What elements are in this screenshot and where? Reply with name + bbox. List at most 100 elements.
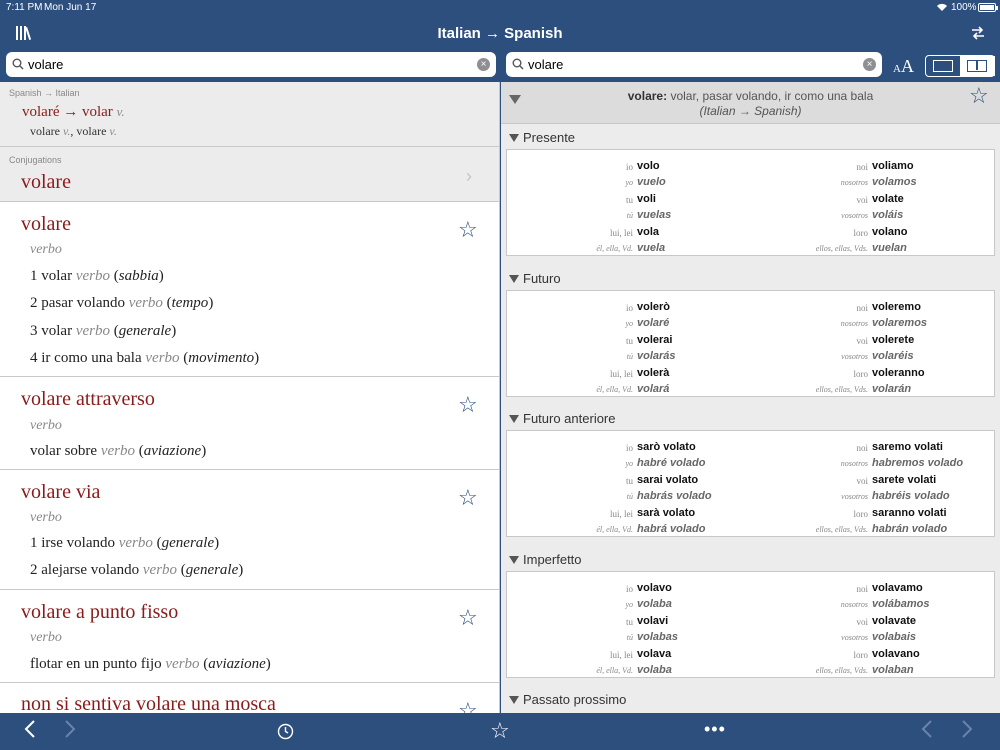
verb-form: sarà volato — [637, 507, 696, 519]
sense-text: ir como una bala — [41, 350, 142, 366]
forward-button[interactable] — [64, 719, 76, 745]
tense-name: Presente — [523, 130, 576, 145]
entry-non-si-sentiva[interactable]: non si sentiva volare una mosca ☆ — [0, 683, 499, 713]
sense-pos: verbo — [75, 268, 110, 284]
suggestion-separator: , — [70, 124, 74, 138]
entry-headword: volare — [21, 213, 71, 235]
back-button[interactable] — [24, 719, 36, 745]
chevron-right-icon: › — [466, 166, 472, 186]
entry-volare[interactable]: volare verbo 1 volar verbo (sabbia) 2 pa… — [0, 202, 499, 377]
conjugations-word: volare — [21, 171, 71, 193]
panel-back-button[interactable] — [921, 719, 933, 745]
conjugation-header: volare: volar, pasar volando, ir como un… — [501, 82, 1000, 124]
font-size-button[interactable]: AA — [893, 56, 914, 77]
verb-form: volavi — [637, 614, 669, 627]
pronoun: io — [625, 583, 633, 594]
entry-headword: volare attraverso — [21, 388, 155, 410]
pronoun: yo — [625, 178, 633, 187]
tense-table: io volerò noi voleremo yo volaré nosotros volar… — [506, 289, 995, 397]
verb-form: volarán — [872, 382, 912, 395]
star-icon[interactable]: ☆ — [458, 217, 478, 243]
tense-label[interactable]: Imperfetto — [509, 552, 582, 567]
verb-form: habrás volado — [637, 490, 712, 502]
pronoun: vosotros — [841, 211, 868, 220]
suggestion-alt-a: volare — [30, 124, 60, 138]
split-view-button[interactable] — [960, 56, 995, 76]
verb-form: volaréis — [872, 349, 914, 362]
verb-form: habréis volado — [872, 490, 950, 502]
star-icon[interactable]: ☆ — [458, 605, 478, 631]
star-icon[interactable]: ☆ — [458, 485, 478, 511]
star-icon[interactable]: ☆ — [458, 698, 478, 713]
collapse-triangle-icon — [509, 411, 519, 426]
arrow-icon: → — [63, 104, 79, 120]
conjugations-row[interactable]: Conjugations volare › — [0, 147, 499, 202]
verb-form: sarete volati — [872, 474, 937, 486]
more-options-button[interactable]: ••• — [704, 719, 726, 740]
verb-form: volaba — [637, 597, 672, 610]
tense-label[interactable]: Passato prossimo — [509, 692, 626, 707]
pronoun: lui, lei — [610, 649, 633, 660]
pronoun: loro — [853, 649, 869, 660]
pronoun: yo — [625, 459, 633, 468]
pronoun: nosotros — [840, 318, 868, 328]
panel-forward-button[interactable] — [961, 719, 973, 745]
status-date: Mon Jun 17 — [44, 2, 97, 13]
single-pane-view-button[interactable] — [926, 56, 960, 76]
sense-line: 2 alejarse volando verbo (generale) — [30, 562, 244, 578]
entry-pos: verbo — [30, 630, 62, 645]
sense-line: volar sobre verbo (aviazione) — [30, 443, 207, 459]
conjugation-header-translations: volar, pasar volando, ir como una bala — [670, 89, 874, 103]
verb-form: volaba — [637, 663, 672, 676]
entry-pos: verbo — [30, 418, 62, 433]
verb-form: voli — [637, 193, 656, 205]
collapse-triangle-icon — [509, 130, 519, 145]
sense-context: aviazione — [208, 656, 266, 672]
sense-pos: verbo — [128, 295, 163, 311]
conjugation-header-word: volare: — [627, 89, 668, 103]
pronoun: io — [625, 443, 633, 453]
verb-form: volerà — [637, 366, 670, 379]
history-clock-icon[interactable] — [277, 723, 294, 745]
pronoun: voi — [856, 616, 868, 627]
verb-form: volerai — [637, 333, 673, 346]
sense-line: 2 pasar volando verbo (tempo) — [30, 295, 214, 311]
suggestion-row[interactable]: Spanish → Italian volaré → volar v. vola… — [0, 82, 499, 147]
pronoun: lui, lei — [610, 368, 633, 379]
pronoun: tu — [625, 616, 633, 627]
favorites-star-icon[interactable]: ☆ — [490, 718, 510, 744]
sense-line: 3 volar verbo (generale) — [30, 323, 177, 339]
tense-name: Passato prossimo — [523, 692, 627, 707]
search-bar-left[interactable]: × — [6, 52, 496, 77]
search-bar-right[interactable]: × — [506, 52, 882, 77]
entry-headword: volare via — [21, 481, 101, 503]
pronoun: tu — [625, 335, 633, 346]
clear-search-icon[interactable]: × — [477, 58, 490, 71]
search-icon — [512, 57, 524, 75]
sense-number: 2 — [30, 562, 38, 578]
sense-text: volar sobre — [30, 443, 98, 459]
tense-label[interactable]: Presente — [509, 130, 575, 145]
verb-form: volará — [637, 382, 670, 395]
star-icon[interactable]: ☆ — [969, 83, 989, 109]
verb-form: volate — [872, 193, 904, 205]
pronoun: lui, lei — [610, 509, 633, 519]
search-input-right[interactable] — [528, 55, 858, 74]
battery-icon — [978, 3, 998, 12]
clear-search-icon[interactable]: × — [863, 58, 876, 71]
swap-direction-icon[interactable] — [970, 25, 986, 46]
suggestion-alt-b-pos: v. — [109, 124, 117, 138]
sense-line: 1 irse volando verbo (generale) — [30, 535, 220, 551]
entry-volare-via[interactable]: volare via verbo 1 irse volando verbo (g… — [0, 470, 499, 590]
star-icon[interactable]: ☆ — [458, 392, 478, 418]
pronoun: tú — [626, 351, 633, 361]
search-input-left[interactable] — [28, 55, 428, 74]
pronoun: noi — [856, 583, 868, 594]
entry-volare-attraverso[interactable]: volare attraverso verbo volar sobre verb… — [0, 377, 499, 470]
entry-volare-a-punto-fisso[interactable]: volare a punto fisso verbo flotar en un … — [0, 590, 499, 683]
tense-label[interactable]: Futuro anteriore — [509, 411, 616, 426]
pronoun: nosotros — [840, 178, 868, 187]
tense-label[interactable]: Futuro — [509, 271, 561, 286]
tense-table: io sarò volato noi saremo volati yo habré vol… — [506, 430, 995, 537]
verb-form: vola — [637, 226, 660, 238]
